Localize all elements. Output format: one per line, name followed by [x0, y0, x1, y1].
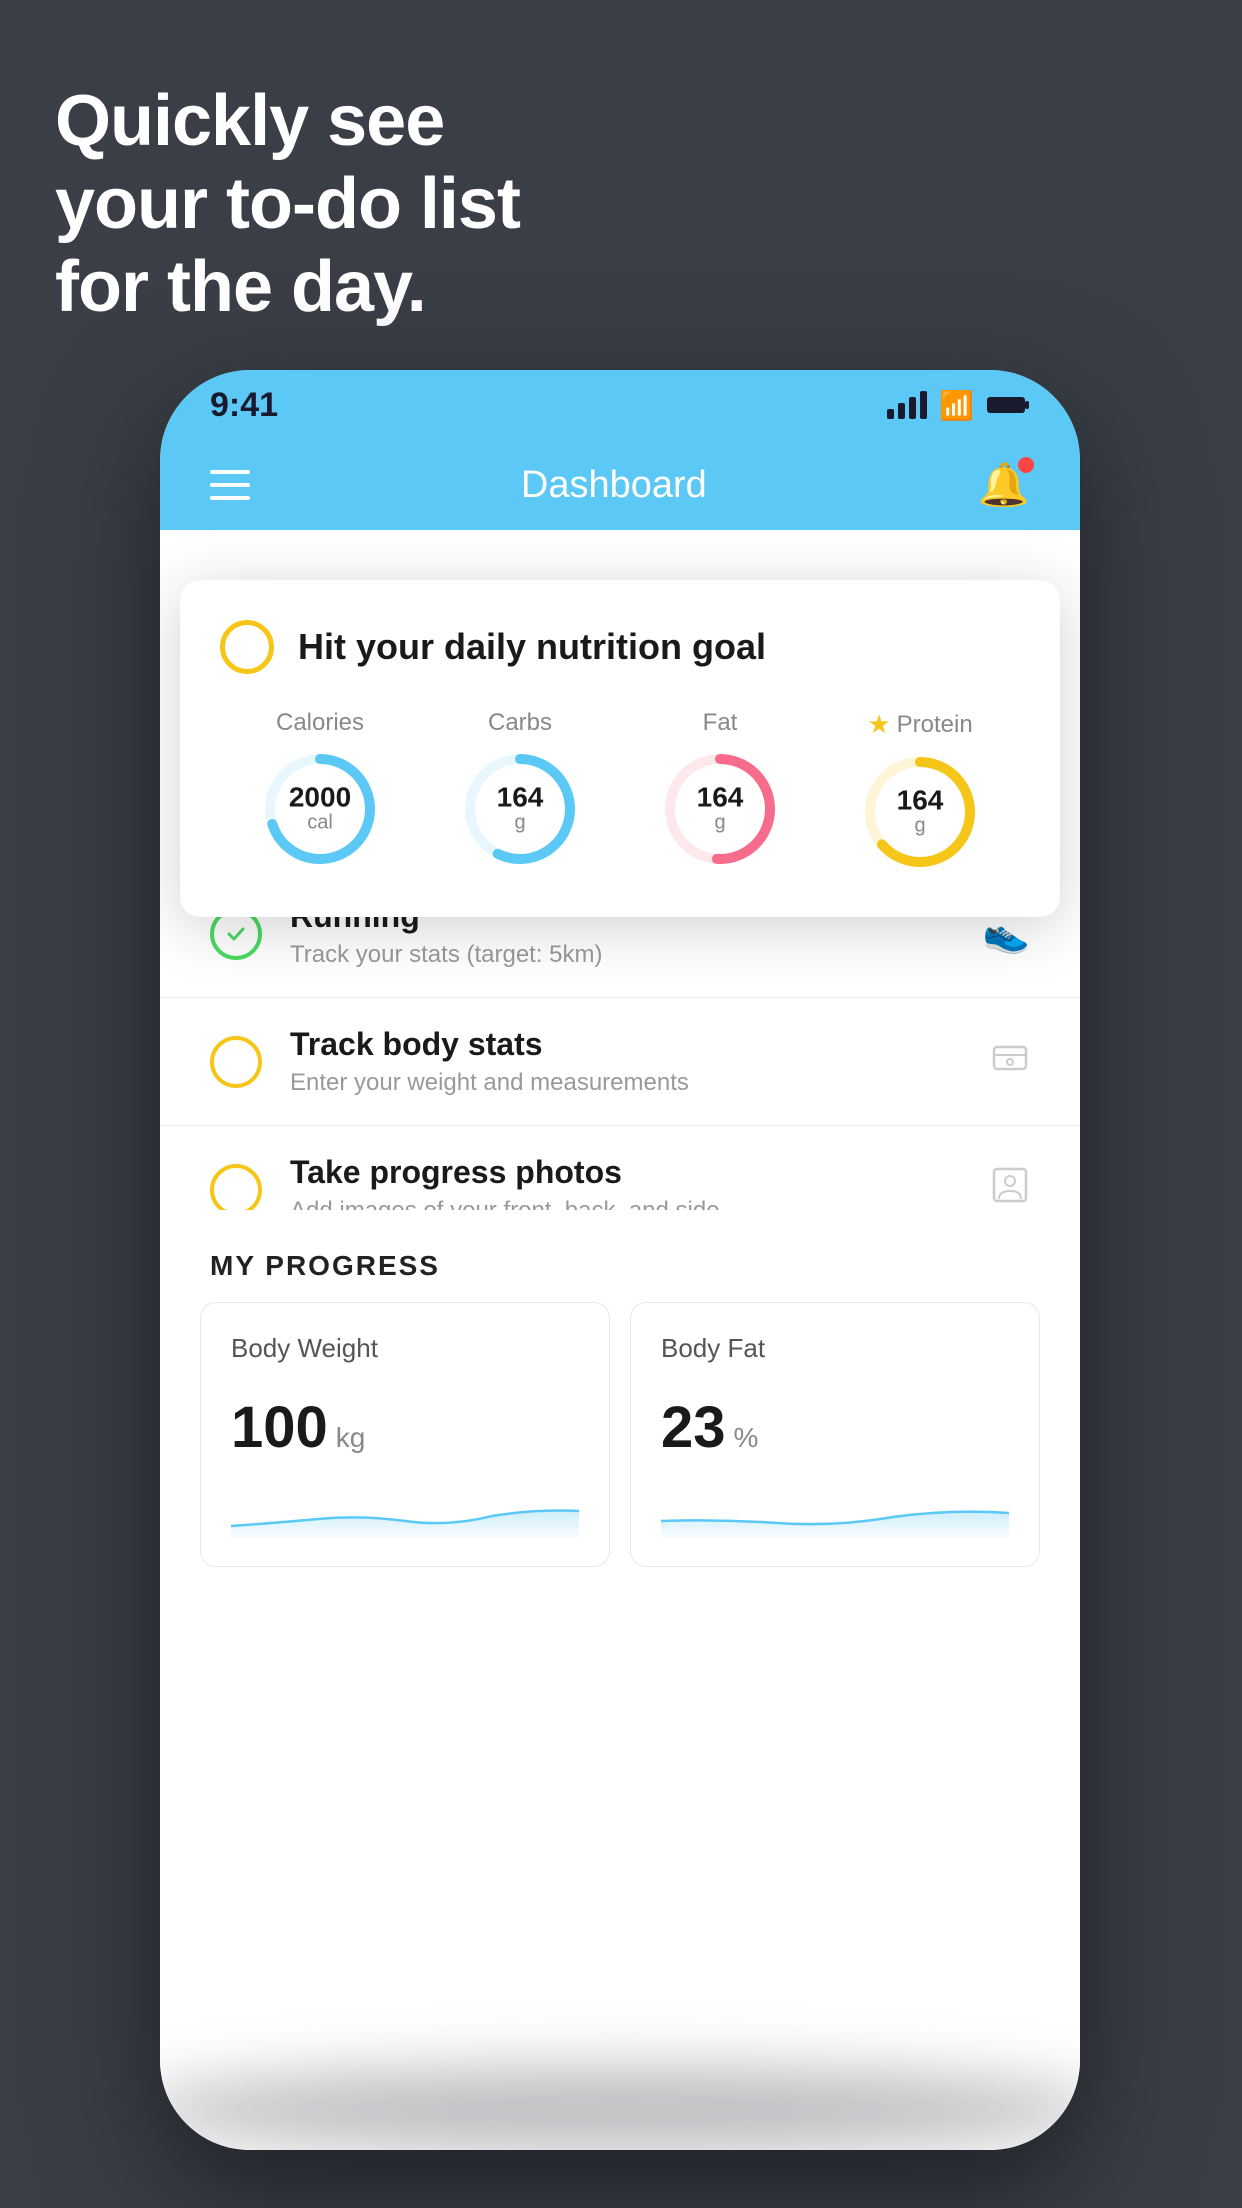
- content-background: THINGS TO DO TODAY Hit your daily nutrit…: [160, 530, 1080, 2150]
- protein-unit: g: [897, 815, 944, 838]
- wifi-icon: 📶: [939, 389, 974, 422]
- nutrition-card[interactable]: Hit your daily nutrition goal Calories: [180, 580, 1060, 917]
- fat-card-title: Body Fat: [661, 1333, 1009, 1364]
- scale-icon: [990, 1037, 1030, 1087]
- protein-ring: 164 g: [860, 752, 980, 872]
- phone-mockup: 9:41 📶 Dashboard 🔔: [160, 370, 1080, 2150]
- calories-ring: 2000 cal: [260, 749, 380, 869]
- shoe-icon: 👟: [983, 912, 1030, 956]
- nutrition-stats: Calories 2000 cal: [220, 709, 1020, 872]
- fat-value-container: 23 %: [661, 1394, 1009, 1461]
- card-shadow: [160, 2070, 1080, 2150]
- phone-content: THINGS TO DO TODAY Hit your daily nutrit…: [160, 530, 1080, 2150]
- carbs-label: Carbs: [488, 709, 552, 737]
- menu-button[interactable]: [210, 470, 250, 500]
- fat-unit: g: [697, 812, 744, 835]
- todo-item-body-stats[interactable]: Track body stats Enter your weight and m…: [160, 998, 1080, 1126]
- card-header: Hit your daily nutrition goal: [220, 620, 1020, 674]
- headline: Quickly see your to-do list for the day.: [55, 80, 520, 328]
- running-sub: Track your stats (target: 5km): [290, 941, 955, 969]
- calories-label: Calories: [276, 709, 364, 737]
- carbs-ring: 164 g: [460, 749, 580, 869]
- body-stats-text: Track body stats Enter your weight and m…: [290, 1026, 962, 1097]
- progress-card-fat[interactable]: Body Fat 23 %: [630, 1302, 1040, 1567]
- person-icon: [990, 1165, 1030, 1215]
- status-time: 9:41: [210, 386, 278, 425]
- protein-label: ★ Protein: [867, 709, 972, 740]
- weight-sparkline: [231, 1481, 579, 1541]
- photos-check[interactable]: [210, 1164, 262, 1216]
- photos-title: Take progress photos: [290, 1154, 962, 1191]
- stat-fat: Fat 164 g: [660, 709, 780, 869]
- fat-value: 164: [697, 782, 744, 813]
- star-icon: ★: [867, 709, 890, 740]
- fat-sparkline: [661, 1481, 1009, 1541]
- calories-unit: cal: [289, 812, 351, 835]
- notification-button[interactable]: 🔔: [978, 461, 1030, 510]
- status-bar: 9:41 📶: [160, 370, 1080, 440]
- protein-value: 164: [897, 785, 944, 816]
- fat-label: Fat: [703, 709, 738, 737]
- progress-section: MY PROGRESS Body Weight 100 kg: [160, 1210, 1080, 1607]
- check-icon: [225, 923, 247, 945]
- body-stats-sub: Enter your weight and measurements: [290, 1069, 962, 1097]
- nav-bar: Dashboard 🔔: [160, 440, 1080, 530]
- weight-number: 100: [231, 1394, 328, 1461]
- nutrition-check-circle[interactable]: [220, 620, 274, 674]
- carbs-unit: g: [497, 812, 544, 835]
- fat-percent-unit: %: [734, 1422, 759, 1454]
- stat-protein: ★ Protein 164 g: [860, 709, 980, 872]
- stat-carbs: Carbs 164 g: [460, 709, 580, 869]
- progress-heading: MY PROGRESS: [160, 1210, 1080, 1302]
- fat-ring: 164 g: [660, 749, 780, 869]
- weight-card-title: Body Weight: [231, 1333, 579, 1364]
- calories-value: 2000: [289, 782, 351, 813]
- nutrition-title: Hit your daily nutrition goal: [298, 626, 766, 668]
- signal-icon: [887, 391, 927, 419]
- carbs-value: 164: [497, 782, 544, 813]
- fat-number: 23: [661, 1394, 726, 1461]
- status-icons: 📶: [887, 389, 1030, 422]
- weight-unit: kg: [336, 1422, 366, 1454]
- body-stats-check[interactable]: [210, 1036, 262, 1088]
- weight-value-container: 100 kg: [231, 1394, 579, 1461]
- nav-title: Dashboard: [521, 464, 707, 507]
- progress-card-weight[interactable]: Body Weight 100 kg: [200, 1302, 610, 1567]
- stat-calories: Calories 2000 cal: [260, 709, 380, 869]
- progress-cards: Body Weight 100 kg: [160, 1302, 1080, 1607]
- todo-list: Running Track your stats (target: 5km) 👟…: [160, 870, 1080, 1254]
- battery-icon: [986, 394, 1030, 416]
- notification-dot: [1018, 457, 1034, 473]
- body-stats-title: Track body stats: [290, 1026, 962, 1063]
